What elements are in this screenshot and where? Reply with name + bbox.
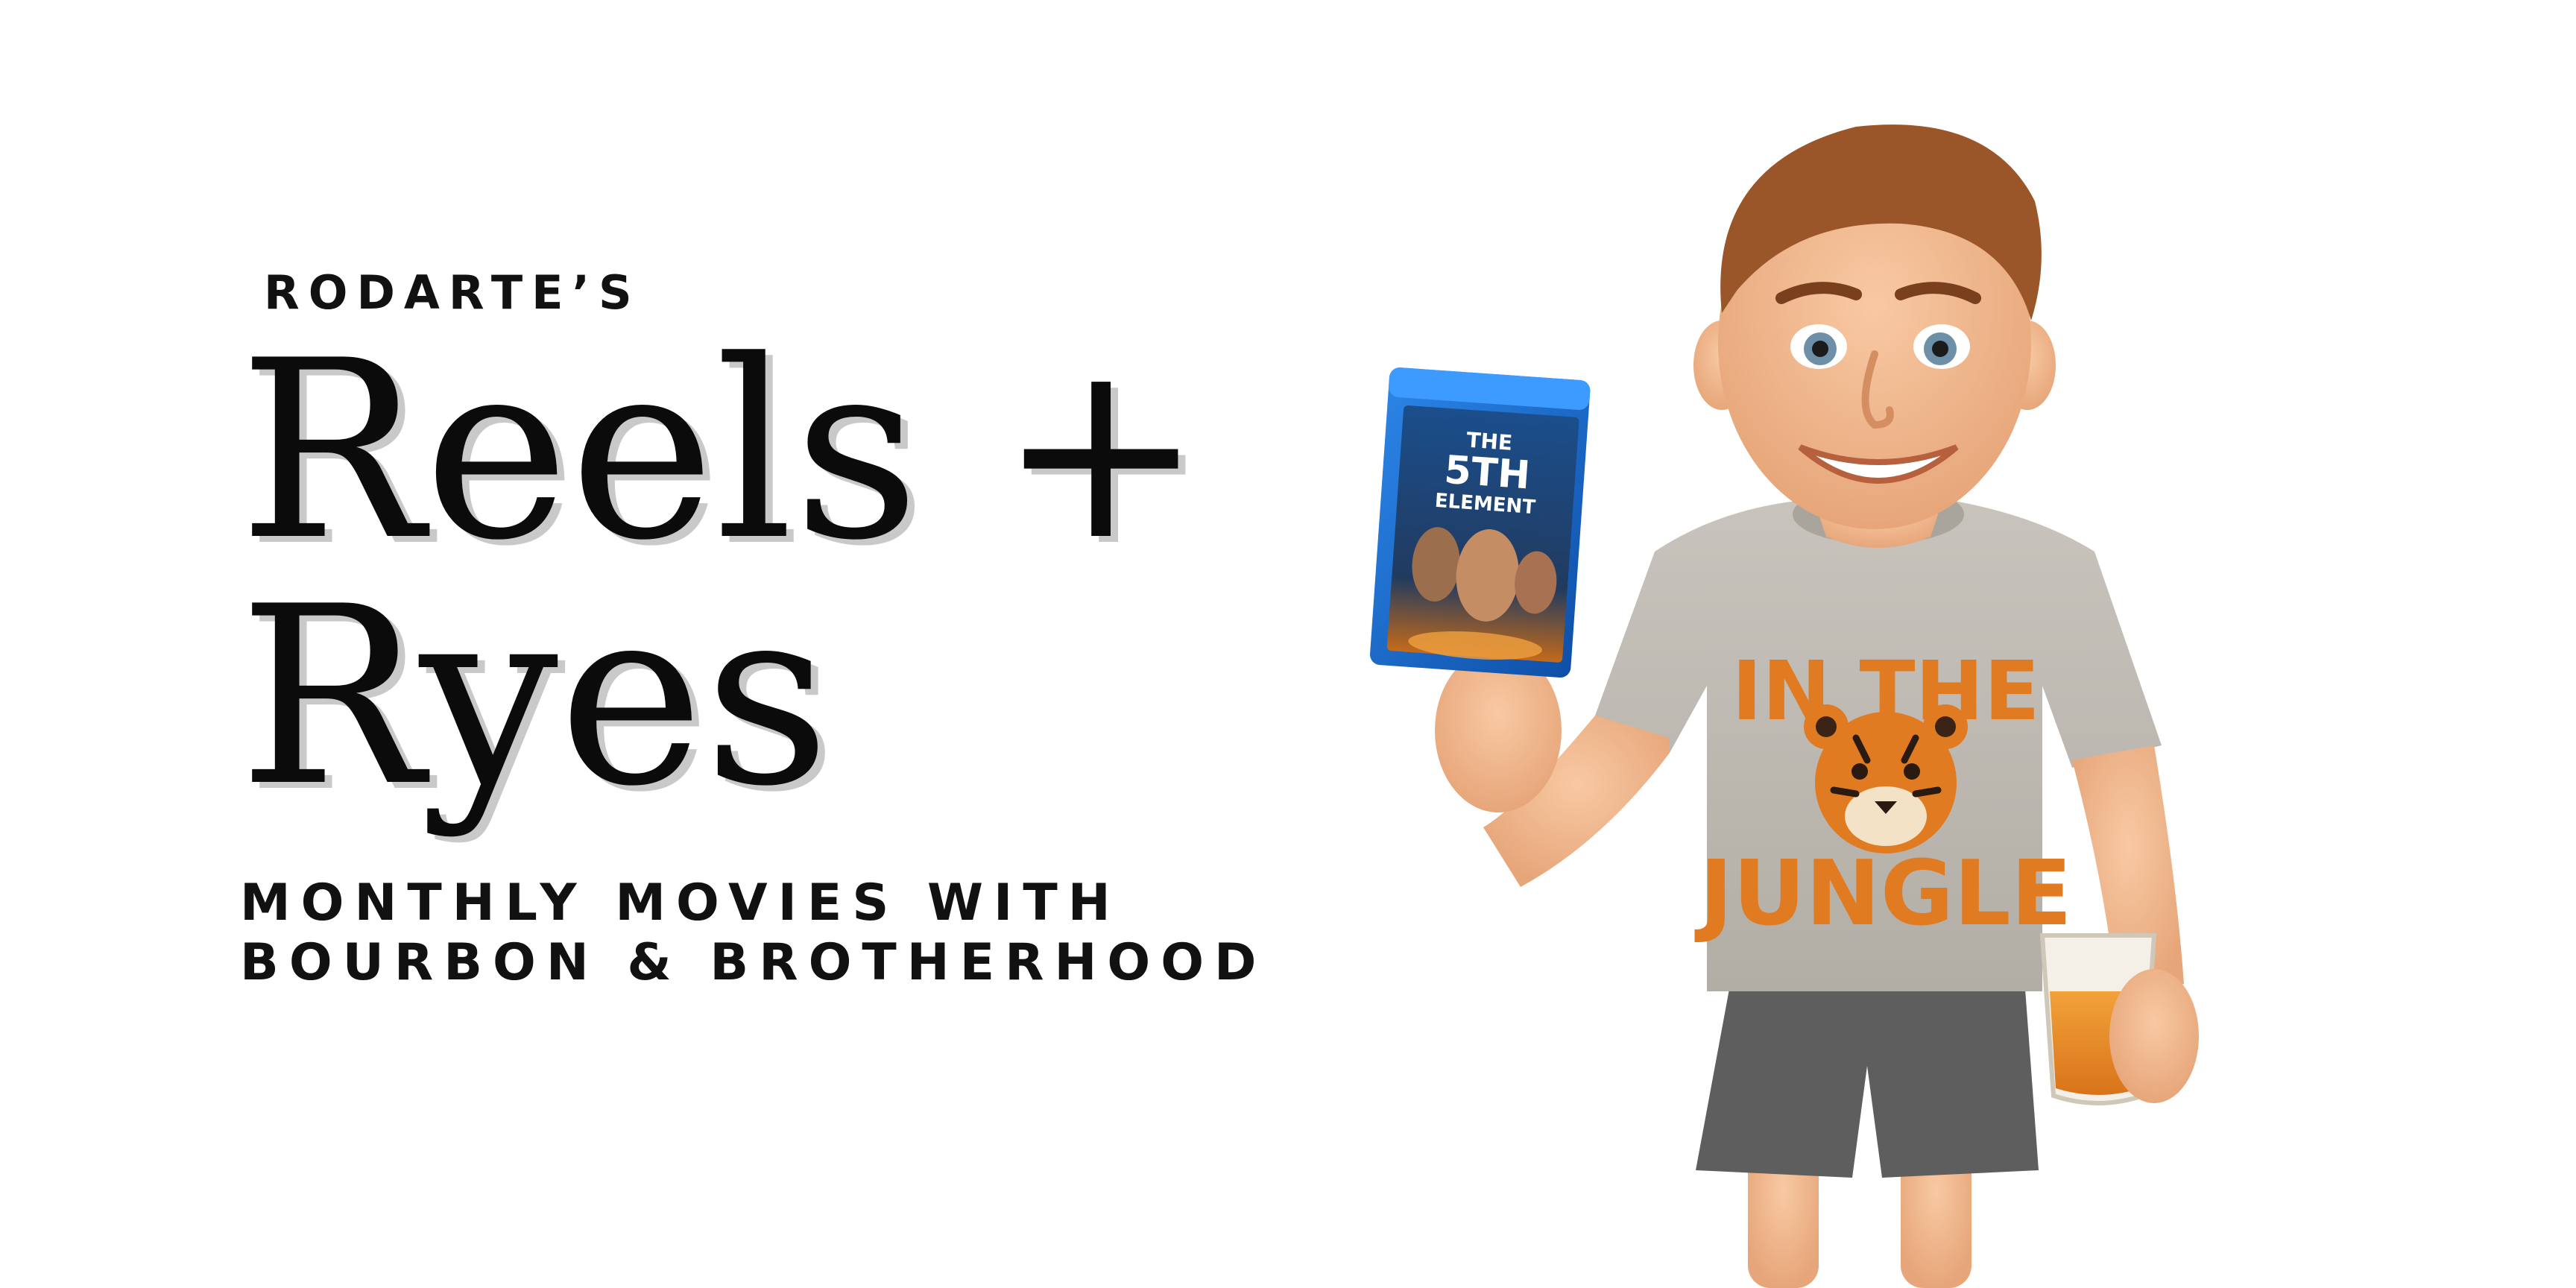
headline-line-1: Reels + (239, 308, 1205, 594)
bluray-case: THE 5TH ELEMENT (1369, 367, 1591, 678)
shorts (1696, 969, 2039, 1178)
shirt-text-bottom: JUNGLE (1694, 842, 2071, 946)
right-hand (2109, 969, 2199, 1103)
character-illustration: IN THE JUNGLE THE 5TH ELEMENT (1369, 124, 2199, 1288)
tagline-line-2: BOURBON & BROTHERHOOD (240, 933, 1267, 992)
tagline-line-1: MONTHLY MOVIES WITH (240, 874, 1121, 932)
headline-line-2: Ryes (239, 554, 830, 840)
